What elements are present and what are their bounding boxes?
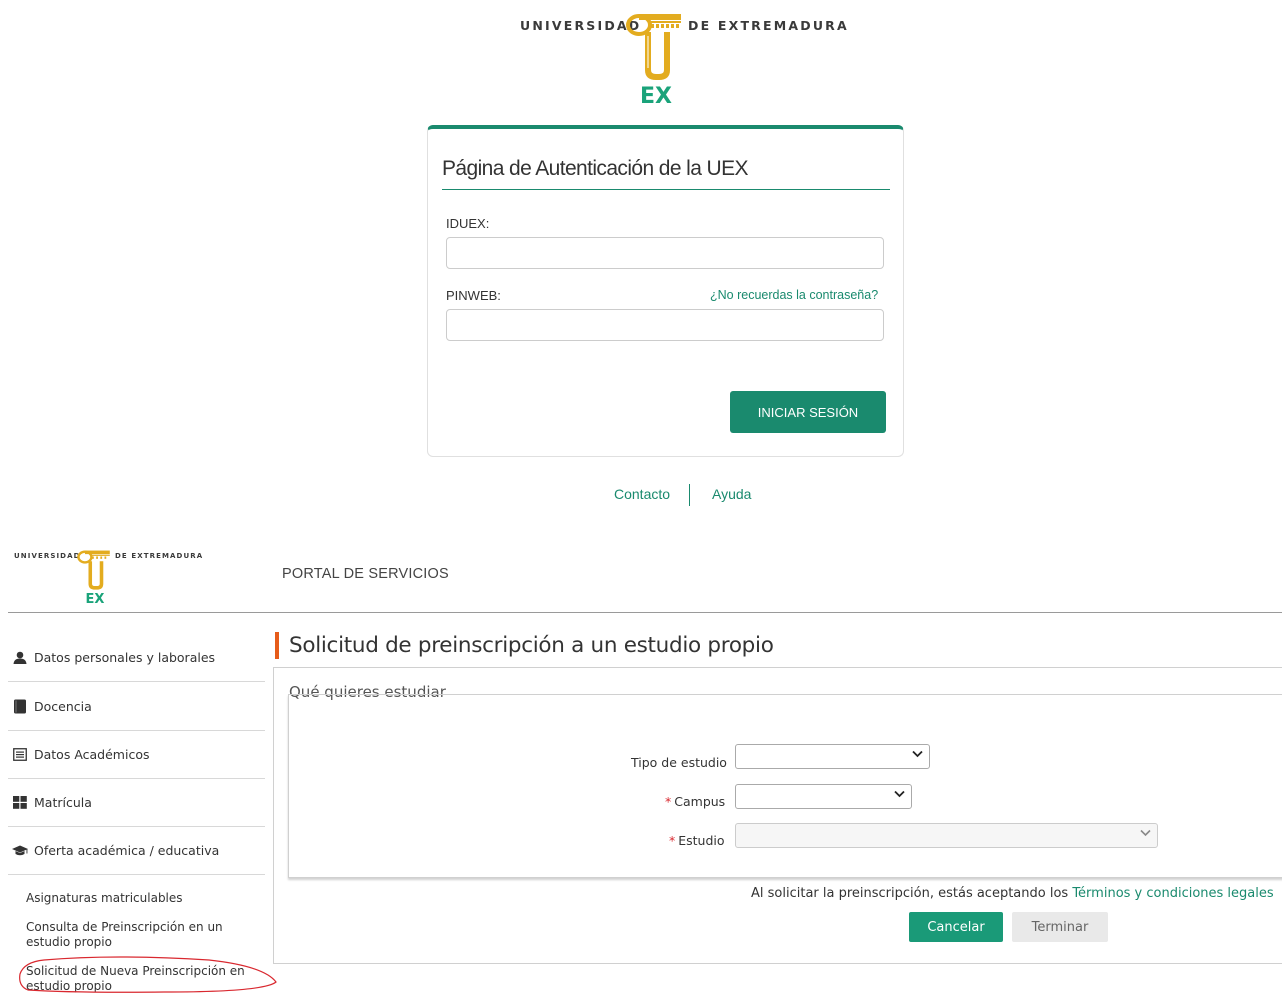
sidebar-item-label: Oferta académica / educativa bbox=[34, 843, 220, 858]
study-label-text: Estudio bbox=[678, 833, 725, 848]
chevron-down-icon bbox=[912, 750, 923, 758]
logo-text-right: DE EXTREMADURA bbox=[688, 18, 849, 33]
sidebar-item-label: Docencia bbox=[34, 699, 92, 714]
heading-accent-bar bbox=[275, 632, 279, 659]
page-title: Solicitud de preinscripción a un estudio… bbox=[289, 633, 774, 658]
sidebar-item-personal-data[interactable]: Datos personales y laborales bbox=[8, 634, 265, 682]
study-label: * Estudio bbox=[669, 833, 725, 848]
username-label: IDUEX: bbox=[446, 216, 490, 231]
footer-divider bbox=[689, 484, 690, 506]
grid-icon bbox=[9, 796, 31, 809]
terms-link[interactable]: Términos y condiciones legales bbox=[1072, 886, 1273, 901]
sidebar-item-teaching[interactable]: Docencia bbox=[8, 683, 265, 731]
cancel-button[interactable]: Cancelar bbox=[909, 912, 1003, 942]
portal-uex-column-logo-icon: EX bbox=[77, 550, 110, 605]
sidebar-item-label: Datos Académicos bbox=[34, 747, 150, 762]
login-button[interactable]: INICIAR SESIÓN bbox=[730, 391, 886, 433]
help-link[interactable]: Ayuda bbox=[712, 486, 751, 502]
study-type-select[interactable] bbox=[735, 744, 930, 769]
portal-title: PORTAL DE SERVICIOS bbox=[282, 566, 449, 582]
campus-select[interactable] bbox=[735, 784, 912, 809]
contact-link[interactable]: Contacto bbox=[614, 486, 670, 502]
study-type-label: Tipo de estudio bbox=[631, 755, 727, 770]
logo-mark: EX bbox=[640, 84, 672, 106]
sidebar-item-label: Matrícula bbox=[34, 795, 92, 810]
chevron-down-icon bbox=[1140, 829, 1151, 837]
header-divider bbox=[8, 612, 1282, 613]
campus-label: * Campus bbox=[665, 794, 725, 809]
sidebar-item-academic-offer[interactable]: Oferta académica / educativa bbox=[8, 827, 265, 875]
terms-text: Al solicitar la preinscripción, estás ac… bbox=[751, 886, 1073, 901]
list-icon bbox=[9, 748, 31, 761]
portal-university-logo: UNIVERSIDAD EX DE EXTREMADURA bbox=[14, 547, 204, 605]
required-marker: * bbox=[669, 833, 676, 848]
uex-column-logo-icon: EX bbox=[626, 14, 681, 106]
login-title: Página de Autenticación de la UEX bbox=[442, 157, 890, 190]
subitem-query-preinscription[interactable]: Consulta de Preinscripción en un estudio… bbox=[26, 920, 256, 950]
password-input[interactable] bbox=[446, 309, 884, 341]
book-icon bbox=[9, 699, 31, 714]
logo-text-left: UNIVERSIDAD bbox=[520, 18, 642, 33]
terms-notice: Al solicitar la preinscripción, estás ac… bbox=[751, 886, 1274, 901]
required-marker: * bbox=[665, 794, 672, 809]
sidebar-item-label: Datos personales y laborales bbox=[34, 650, 216, 665]
portal-logo-text-left: UNIVERSIDAD bbox=[14, 552, 81, 560]
campus-label-text: Campus bbox=[674, 794, 726, 809]
portal-logo-mark: EX bbox=[86, 592, 105, 605]
password-label: PINWEB: bbox=[446, 288, 501, 303]
sidebar-item-academic-data[interactable]: Datos Académicos bbox=[8, 731, 265, 779]
graduation-cap-icon bbox=[9, 845, 31, 857]
username-input[interactable] bbox=[446, 237, 884, 269]
study-select[interactable] bbox=[735, 823, 1158, 848]
subitem-matriculable-subjects[interactable]: Asignaturas matriculables bbox=[26, 891, 256, 906]
user-icon bbox=[9, 651, 31, 664]
annotation-circle bbox=[19, 956, 277, 993]
forgot-password-link[interactable]: ¿No recuerdas la contraseña? bbox=[710, 288, 878, 302]
login-card: Página de Autenticación de la UEX IDUEX:… bbox=[427, 125, 904, 457]
portal-logo-text-right: DE EXTREMADURA bbox=[115, 552, 204, 560]
chevron-down-icon bbox=[894, 790, 905, 798]
university-logo: UNIVERSIDAD EX DE EXTREMADURA bbox=[520, 8, 847, 108]
form-panel: Qué quieres estudiar bbox=[273, 667, 1282, 964]
sidebar-item-enrollment[interactable]: Matrícula bbox=[8, 779, 265, 827]
finish-button[interactable]: Terminar bbox=[1012, 912, 1108, 942]
